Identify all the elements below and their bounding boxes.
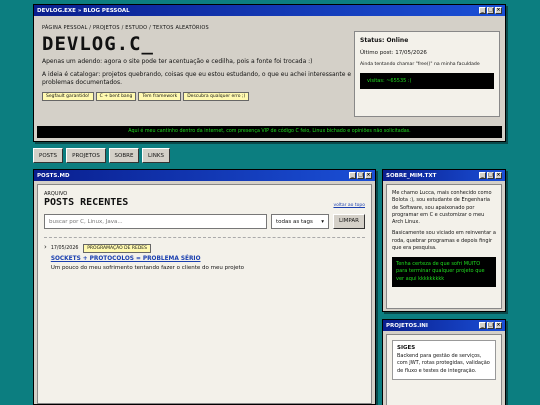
maximize-icon[interactable]: □ — [357, 172, 364, 179]
project-card[interactable]: SIGES Backend para gestão de serviços, c… — [392, 340, 496, 380]
project-name: SIGES — [397, 345, 416, 351]
status-panel: Status: Online Último post: 17/05/2026 A… — [354, 31, 500, 117]
minimize-icon[interactable]: _ — [479, 7, 486, 14]
chip: Segfault garantido! — [42, 92, 94, 102]
hero: PÁGINA PESSOAL / PROJETOS / ESTUDO / TEX… — [42, 25, 352, 102]
projects-window: PROJETOS.INI _ □ × SIGES Backend para ge… — [382, 319, 506, 405]
posts-panel: ARQUIVO POSTS RECENTES voltar ao topo bu… — [37, 184, 372, 404]
back-to-top-link[interactable]: voltar ao topo — [333, 203, 365, 208]
site-logo: DEVLOG.C_ — [42, 33, 154, 55]
projects-window-title: PROJETOS.INI — [386, 322, 428, 329]
posts-window-titlebar[interactable]: POSTS.MD _ □ × — [34, 170, 375, 181]
about-window: SOBRE_MIM.TXT _ □ × Me chamo Lucca, mais… — [382, 169, 506, 312]
tag-select-value: todas as tags — [276, 219, 313, 225]
marquee-bar: Aqui é meu cantinho dentro da internet, … — [37, 126, 502, 138]
nav-projetos[interactable]: PROJETOS — [66, 148, 106, 163]
maximize-icon[interactable]: □ — [487, 172, 494, 179]
main-window-titlebar[interactable]: DEVLOG.EXE » BLOG PESSOAL _ □ × — [34, 5, 505, 16]
project-desc: Backend para gestão de serviços, com JWT… — [397, 353, 490, 374]
chevron-down-icon: ▾ — [321, 219, 324, 225]
nav-posts[interactable]: POSTS — [33, 148, 63, 163]
chip-row: Segfault garantido! C + bent bang Tem fram… — [42, 92, 352, 102]
search-row: buscar por C, Linux, Java... todas as ta… — [44, 214, 365, 229]
posts-window: POSTS.MD _ □ × ARQUIVO POSTS RECENTES vo… — [33, 169, 376, 405]
maximize-icon[interactable]: □ — [487, 322, 494, 329]
close-icon[interactable]: × — [495, 7, 502, 14]
close-icon[interactable]: × — [495, 172, 502, 179]
close-icon[interactable]: × — [365, 172, 372, 179]
main-window: DEVLOG.EXE » BLOG PESSOAL _ □ × PÁGINA P… — [33, 4, 506, 142]
projects-window-titlebar[interactable]: PROJETOS.INI _ □ × — [383, 320, 505, 331]
clear-button[interactable]: LIMPAR — [333, 214, 365, 229]
chip: C + bent bang — [95, 92, 137, 102]
last-post: Último post: 17/05/2026 — [360, 50, 427, 56]
posts-heading: POSTS RECENTES — [44, 197, 129, 208]
close-icon[interactable]: × — [495, 322, 502, 329]
chevron-right-icon: › — [44, 243, 47, 251]
about-panel: Me chamo Lucca, mais conhecido como Bolo… — [386, 184, 502, 309]
main-window-title: DEVLOG.EXE » BLOG PESSOAL — [37, 7, 130, 14]
about-window-title: SOBRE_MIM.TXT — [386, 172, 437, 179]
post-date: 17/05/2026 — [50, 246, 79, 251]
minimize-icon[interactable]: _ — [349, 172, 356, 179]
maximize-icon[interactable]: □ — [487, 7, 494, 14]
nav-links[interactable]: LINKS — [142, 148, 170, 163]
projects-panel: SIGES Backend para gestão de serviços, c… — [386, 334, 502, 405]
status-note: Ainda tentando chamar "free()" na minha … — [360, 62, 480, 67]
search-input[interactable]: buscar por C, Linux, Java... — [44, 214, 267, 229]
minimize-icon[interactable]: _ — [479, 172, 486, 179]
chip: Descubra qualquer erro ;) — [183, 92, 250, 102]
tag-select[interactable]: todas as tags ▾ — [271, 214, 329, 229]
post-entry[interactable]: › 17/05/2026 PROGRAMAÇÃO DE REDES SOCKET… — [44, 237, 365, 271]
minimize-icon[interactable]: _ — [479, 322, 486, 329]
about-green-box: Tenha certeza de que sofri MUITO para te… — [392, 257, 496, 287]
tagline: PÁGINA PESSOAL / PROJETOS / ESTUDO / TEX… — [42, 25, 209, 31]
post-tag: PROGRAMAÇÃO DE REDES — [83, 244, 151, 253]
chip: Tem framework — [138, 92, 182, 102]
about-text-2: Basicamente sou viciado em reinventar a … — [392, 230, 496, 251]
about-window-titlebar[interactable]: SOBRE_MIM.TXT _ □ × — [383, 170, 505, 181]
nav-sobre[interactable]: SOBRE — [109, 148, 139, 163]
post-title-link[interactable]: SOCKETS + PROTOCOLOS = PROBLEMA SÉRIO — [51, 256, 244, 262]
visit-counter: visitas: ~65535 :( — [360, 73, 494, 89]
intro-text-2: A ideia é catalogar: projetos quebrando,… — [42, 70, 352, 87]
posts-window-title: POSTS.MD — [37, 172, 70, 179]
post-summary: Um pouco do meu sofrimento tentando faze… — [50, 265, 245, 271]
intro-text-1: Apenas um adendo: agora o site pode ter … — [42, 58, 313, 65]
about-text-1: Me chamo Lucca, mais conhecido como Bolo… — [392, 190, 492, 225]
status-label: Status: Online — [360, 37, 409, 44]
